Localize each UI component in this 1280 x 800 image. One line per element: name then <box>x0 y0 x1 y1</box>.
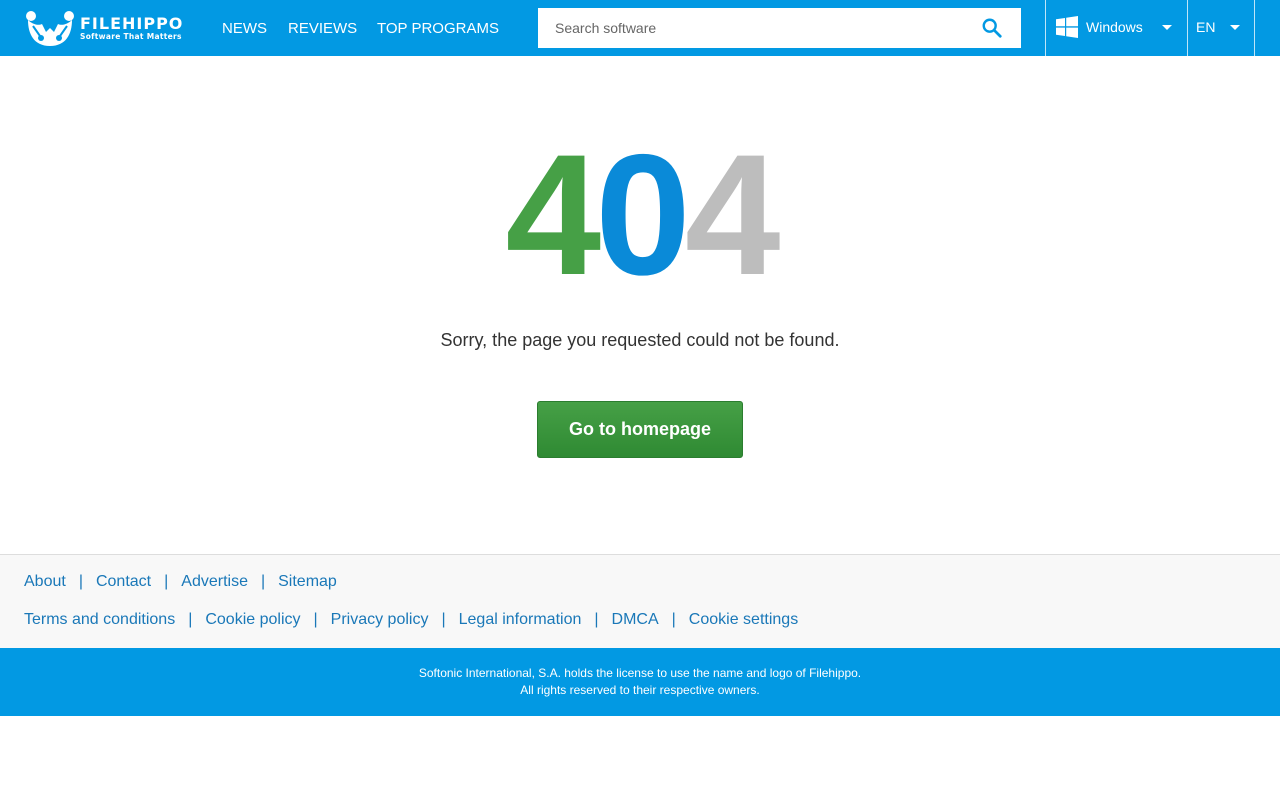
separator: | <box>671 611 676 628</box>
nav-news[interactable]: NEWS <box>222 0 267 56</box>
footer-link-legal-information[interactable]: Legal information <box>459 611 582 629</box>
footer-link-about[interactable]: About <box>24 573 66 591</box>
footer-link-dmca[interactable]: DMCA <box>612 611 659 629</box>
error-digit-2: 0 <box>595 119 691 311</box>
separator: | <box>164 573 169 590</box>
footer-links-row-1: About | Contact | Advertise | Sitemap <box>24 573 337 591</box>
language-label: EN <box>1196 19 1216 35</box>
separator: | <box>188 611 193 628</box>
search-icon[interactable] <box>981 17 1003 39</box>
windows-icon <box>1056 16 1078 38</box>
nav-top-programs[interactable]: TOP PROGRAMS <box>377 0 499 56</box>
chevron-down-icon <box>1230 25 1240 30</box>
footer-link-privacy-policy[interactable]: Privacy policy <box>331 611 429 629</box>
footer-link-terms[interactable]: Terms and conditions <box>24 611 175 629</box>
hippo-logo-icon <box>26 11 74 46</box>
search-box <box>538 8 1021 48</box>
error-code-404: 404 <box>0 129 1280 301</box>
footer-link-advertise[interactable]: Advertise <box>181 573 248 591</box>
platform-dropdown[interactable]: Windows <box>1045 0 1188 56</box>
separator: | <box>313 611 318 628</box>
error-message: Sorry, the page you requested could not … <box>440 330 840 350</box>
separator: | <box>441 611 446 628</box>
legal-text-line-1: Softonic International, S.A. holds the l… <box>418 666 862 680</box>
footer-links-row-2: Terms and conditions | Cookie policy | P… <box>24 611 798 629</box>
error-digit-1: 4 <box>505 119 601 311</box>
footer-link-cookie-settings[interactable]: Cookie settings <box>689 611 798 629</box>
footer-legal-bar: Softonic International, S.A. holds the l… <box>0 648 1280 716</box>
footer-link-contact[interactable]: Contact <box>96 573 151 591</box>
legal-text-line-2: All rights reserved to their respective … <box>520 683 760 697</box>
footer-links: About | Contact | Advertise | Sitemap Te… <box>0 554 1280 648</box>
search-input[interactable] <box>538 8 968 48</box>
error-digit-3: 4 <box>684 119 781 311</box>
filehippo-logo[interactable]: FILEHIPPO Software That Matters <box>24 8 183 48</box>
chevron-down-icon <box>1162 25 1172 30</box>
footer-link-sitemap[interactable]: Sitemap <box>278 573 337 591</box>
nav-reviews[interactable]: REVIEWS <box>288 0 357 56</box>
site-header: FILEHIPPO Software That Matters NEWS REV… <box>0 0 1280 56</box>
separator: | <box>260 573 266 590</box>
language-dropdown[interactable]: EN <box>1188 0 1255 56</box>
go-to-homepage-button[interactable]: Go to homepage <box>537 401 743 458</box>
footer-link-cookie-policy[interactable]: Cookie policy <box>205 611 300 629</box>
separator: | <box>594 611 599 628</box>
platform-label: Windows <box>1086 19 1143 35</box>
logo-tagline: Software That Matters <box>80 31 182 41</box>
logo-name: FILEHIPPO <box>80 13 184 33</box>
separator: | <box>78 573 83 590</box>
